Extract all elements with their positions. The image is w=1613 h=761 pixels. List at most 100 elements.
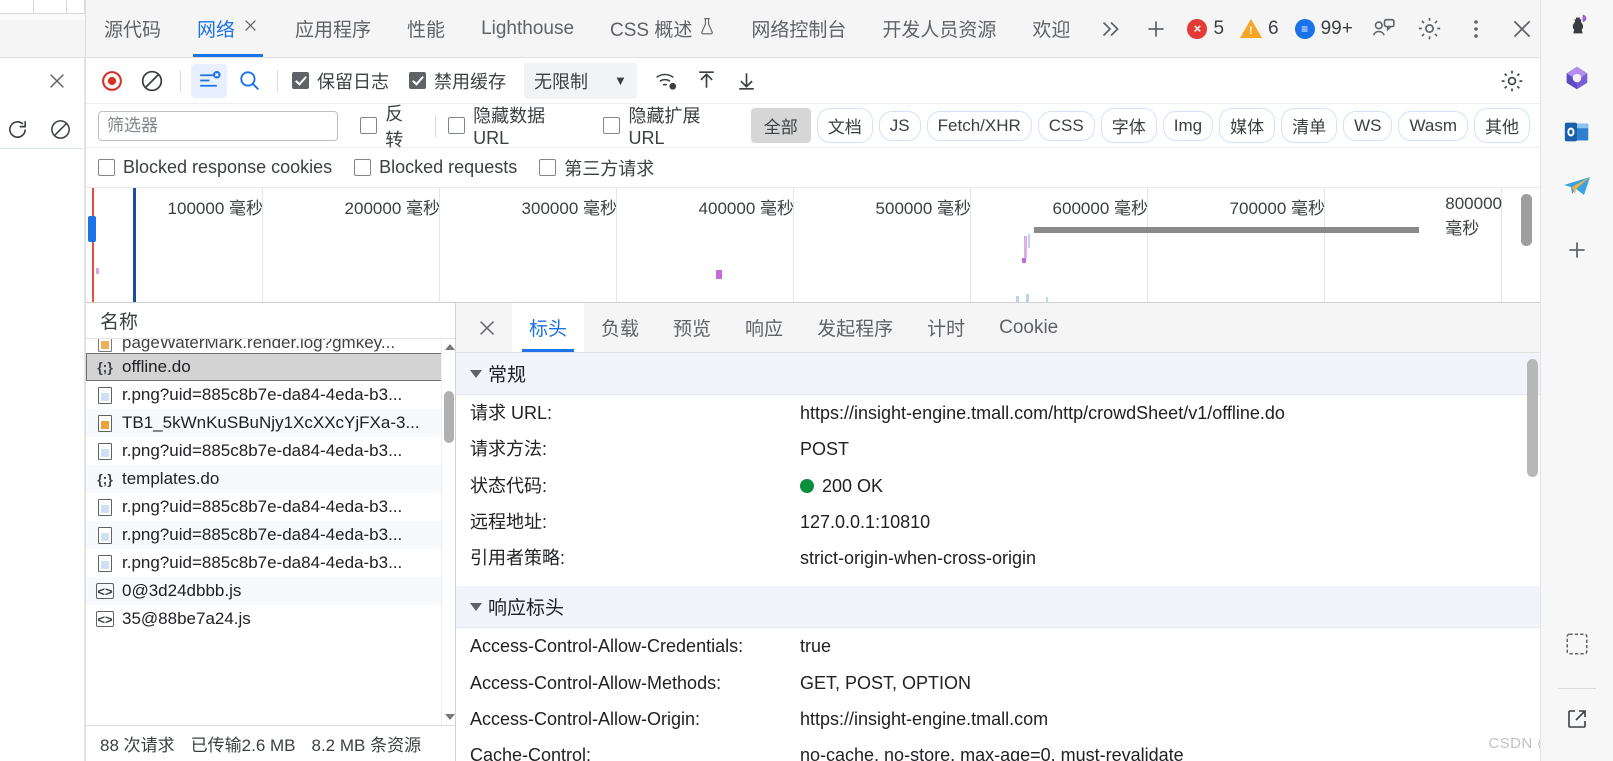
scroll-up-arrow-icon[interactable]: [445, 344, 455, 350]
type-filter-css[interactable]: CSS: [1037, 110, 1095, 141]
type-filter-media[interactable]: 媒体: [1219, 108, 1276, 143]
type-filter-wasm[interactable]: Wasm: [1398, 110, 1469, 141]
scrollbar-thumb[interactable]: [1527, 359, 1538, 477]
header-value: GET, POST, OPTION: [800, 672, 972, 693]
tab-payload[interactable]: 负载: [584, 303, 656, 352]
blocked-response-cookies-checkbox[interactable]: Blocked response cookies: [98, 157, 332, 178]
header-row: 请求 URL: https://insight-engine.tmall.com…: [456, 395, 1540, 431]
tab-performance[interactable]: 性能: [389, 0, 463, 57]
type-filter-js[interactable]: JS: [878, 110, 921, 141]
warning-counter[interactable]: 6: [1233, 18, 1286, 40]
import-har-icon[interactable]: [689, 64, 725, 98]
devtools-close-icon[interactable]: [42, 66, 72, 96]
type-filter-other[interactable]: 其他: [1474, 108, 1531, 143]
hide-data-urls-checkbox[interactable]: 隐藏数据 URL: [448, 102, 581, 149]
tab-headers[interactable]: 标头: [512, 303, 585, 352]
customize-menu-icon[interactable]: [1454, 7, 1498, 51]
tab-network-console[interactable]: 网络控制台: [733, 0, 864, 57]
add-tab-icon[interactable]: [1134, 7, 1178, 51]
scroll-down-arrow-icon[interactable]: [445, 714, 455, 720]
section-general-header[interactable]: 常规: [456, 353, 1540, 395]
tab-welcome[interactable]: 欢迎: [1014, 0, 1088, 57]
overview-selection-handle-left[interactable]: [88, 216, 96, 242]
tab-initiator[interactable]: 发起程序: [800, 303, 910, 352]
filter-input[interactable]: [98, 110, 339, 141]
preserve-log-checkbox[interactable]: 保留日志: [292, 68, 389, 94]
search-icon[interactable]: [231, 64, 267, 98]
tabbar-actions: × 5 6 ≡ 99+: [1088, 0, 1553, 57]
tab-application[interactable]: 应用程序: [277, 0, 389, 57]
tab-network[interactable]: 网络: [179, 0, 277, 57]
blocked-requests-checkbox[interactable]: Blocked requests: [354, 157, 517, 178]
close-detail-icon[interactable]: [462, 303, 512, 352]
tab-timing[interactable]: 计时: [910, 303, 982, 352]
table-row[interactable]: r.png?uid=885c8b7e-da84-4eda-b3...: [86, 549, 455, 577]
throttling-select[interactable]: 无限制 ▼: [524, 62, 637, 99]
type-filter-manifest[interactable]: 清单: [1281, 108, 1338, 143]
type-filter-font[interactable]: 字体: [1100, 108, 1157, 143]
open-external-icon[interactable]: [1557, 699, 1597, 739]
outlook-icon[interactable]: [1557, 112, 1597, 152]
headers-content: 常规 请求 URL: https://insight-engine.tmall.…: [456, 353, 1540, 761]
table-row[interactable]: TB1_5kWnKuSBuNjy1XcXXcYjFXa-3...: [86, 409, 455, 437]
close-devtools-icon[interactable]: [1500, 7, 1544, 51]
filter-toggle-icon[interactable]: [191, 63, 227, 98]
reload-icon[interactable]: [2, 114, 32, 144]
overview-scrollbar-thumb[interactable]: [1521, 194, 1532, 246]
telegram-icon[interactable]: [1557, 166, 1597, 206]
table-row[interactable]: r.png?uid=885c8b7e-da84-4eda-b3...: [86, 521, 455, 549]
detail-scrollbar[interactable]: [1527, 359, 1538, 477]
type-filter-img[interactable]: Img: [1162, 110, 1214, 141]
type-filter-all[interactable]: 全部: [750, 108, 811, 143]
record-button[interactable]: [94, 64, 130, 98]
table-row[interactable]: r.png?uid=885c8b7e-da84-4eda-b3...: [86, 493, 455, 521]
table-row[interactable]: {;} templates.do: [86, 465, 455, 493]
table-row[interactable]: r.png?uid=885c8b7e-da84-4eda-b3...: [86, 381, 455, 409]
hide-extension-urls-checkbox[interactable]: 隐藏扩展 URL: [603, 102, 736, 149]
no-entry-icon[interactable]: [45, 114, 75, 144]
disable-cache-checkbox[interactable]: 禁用缓存: [409, 68, 506, 94]
table-row[interactable]: <> 0@3d24dbbb.js: [86, 577, 455, 605]
checkbox-box: [409, 72, 426, 89]
chevron-down-icon: ▼: [614, 73, 627, 88]
network-conditions-icon[interactable]: [649, 64, 685, 98]
close-x-icon[interactable]: [242, 17, 259, 40]
table-row[interactable]: pageWaterMark.render.log?gmkey...: [86, 339, 455, 353]
request-list[interactable]: pageWaterMark.render.log?gmkey... {;} of…: [86, 339, 455, 725]
type-filter-doc[interactable]: 文档: [816, 108, 873, 143]
tab-cookies[interactable]: Cookie: [982, 303, 1075, 352]
info-counter[interactable]: ≡ 99+: [1288, 18, 1360, 40]
tab-lighthouse[interactable]: Lighthouse: [463, 0, 592, 57]
network-overview-timeline[interactable]: 100000 毫秒 200000 毫秒 300000 毫秒 400000 毫秒 …: [86, 188, 1540, 303]
tab-sources[interactable]: 源代码: [86, 0, 179, 57]
more-tabs-icon[interactable]: [1088, 7, 1132, 51]
scrollbar-thumb[interactable]: [444, 391, 454, 443]
table-row[interactable]: <> 35@88be7a24.js: [86, 605, 455, 633]
invert-checkbox[interactable]: 反转: [360, 100, 419, 152]
snip-tool-icon[interactable]: [1557, 624, 1597, 664]
tab-response[interactable]: 响应: [728, 303, 800, 352]
gear-icon[interactable]: [1408, 7, 1452, 51]
add-app-icon[interactable]: [1557, 230, 1597, 270]
third-party-requests-checkbox[interactable]: 第三方请求: [539, 155, 654, 181]
type-filter-ws[interactable]: WS: [1343, 110, 1393, 141]
clear-button[interactable]: [134, 64, 170, 98]
header-key: Access-Control-Allow-Origin:: [470, 709, 701, 730]
section-response-headers-header[interactable]: 响应标头: [456, 586, 1540, 629]
office-365-icon[interactable]: [1557, 58, 1597, 98]
table-row[interactable]: r.png?uid=885c8b7e-da84-4eda-b3...: [86, 437, 455, 465]
tab-developer-resources[interactable]: 开发人员资源: [864, 0, 1014, 57]
type-filter-fetch-xhr[interactable]: Fetch/XHR: [926, 110, 1032, 141]
error-counter[interactable]: × 5: [1180, 18, 1231, 40]
request-list-scrollbar[interactable]: [441, 339, 455, 725]
header-row: Access-Control-Allow-Origin: https://ins…: [456, 701, 1540, 737]
header-key: Cache-Control:: [470, 745, 592, 761]
overview-request-speck: [96, 268, 99, 274]
export-har-icon[interactable]: [729, 64, 765, 98]
tab-css-overview[interactable]: CSS 概述: [592, 0, 733, 57]
network-settings-gear-icon[interactable]: [1494, 64, 1530, 98]
user-feedback-icon[interactable]: [1362, 7, 1406, 51]
tab-preview[interactable]: 预览: [656, 303, 728, 352]
table-row[interactable]: {;} offline.do: [86, 353, 455, 381]
chess-piece-icon[interactable]: [1557, 4, 1597, 44]
